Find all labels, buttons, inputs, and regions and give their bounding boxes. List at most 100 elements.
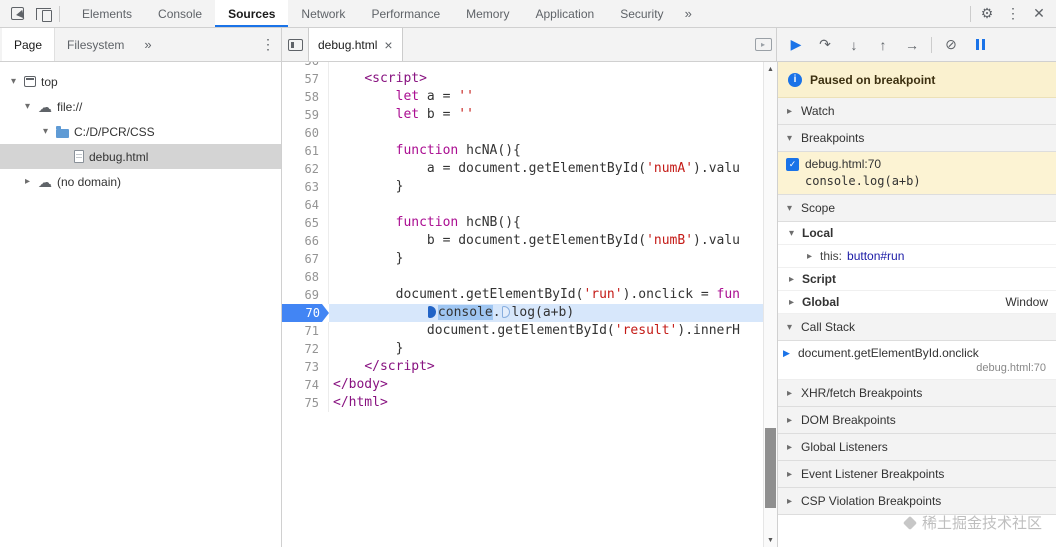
navigator-kebab-menu-icon[interactable]: ⋮ <box>255 32 281 58</box>
code-text[interactable]: document.getElementById('result').innerH <box>329 322 763 340</box>
scope-this-property[interactable]: ▸ this: button#run <box>778 245 1056 268</box>
tab-security[interactable]: Security <box>607 0 676 27</box>
breakpoint-checkbox[interactable]: ✓ <box>786 157 799 171</box>
line-number[interactable]: 60 <box>282 124 329 142</box>
section-event-listener-breakpoints[interactable]: ▸ Event Listener Breakpoints <box>778 461 1056 488</box>
section-global-listeners[interactable]: ▸ Global Listeners <box>778 434 1056 461</box>
step-button[interactable]: → <box>899 32 925 58</box>
call-stack-frame[interactable]: ▶ document.getElementById.onclick debug.… <box>778 341 1056 380</box>
settings-gear-icon[interactable]: ⚙ <box>974 1 1000 27</box>
code-text[interactable]: let b = '' <box>329 106 763 124</box>
scope-local[interactable]: ▾ Local <box>778 222 1056 245</box>
chevron-right-icon[interactable]: ▸ <box>22 176 33 187</box>
more-navigator-tabs-button[interactable]: » <box>136 37 159 52</box>
toggle-navigator-icon[interactable] <box>282 32 308 58</box>
step-out-button[interactable]: ↑ <box>870 32 896 58</box>
tab-console[interactable]: Console <box>145 0 215 27</box>
code-text[interactable]: } <box>329 340 763 358</box>
code-text[interactable]: function hcNB(){ <box>329 214 763 232</box>
deactivate-breakpoints-button[interactable]: ⊘ <box>938 32 964 58</box>
code-text[interactable]: document.getElementById('run').onclick =… <box>329 286 763 304</box>
line-number[interactable]: 70 <box>282 304 329 322</box>
scrollbar-thumb[interactable] <box>765 428 776 508</box>
section-breakpoints[interactable]: ▾ Breakpoints <box>778 125 1056 152</box>
more-panels-button[interactable]: » <box>677 6 700 21</box>
tab-application[interactable]: Application <box>522 0 607 27</box>
line-number[interactable]: 68 <box>282 268 329 286</box>
line-number[interactable]: 59 <box>282 106 329 124</box>
line-number[interactable]: 61 <box>282 142 329 160</box>
resume-button[interactable]: ▶ <box>783 32 809 58</box>
line-number[interactable]: 56 <box>282 62 329 70</box>
scope-global[interactable]: ▸ Global Window <box>778 291 1056 314</box>
chevron-down-icon[interactable]: ▾ <box>8 76 19 87</box>
line-number[interactable]: 63 <box>282 178 329 196</box>
editor-scrollbar[interactable]: ▲ ▼ <box>763 62 777 547</box>
line-number[interactable]: 71 <box>282 322 329 340</box>
tree-item-no-domain[interactable]: ▸ ☁ (no domain) <box>0 169 281 194</box>
tab-elements[interactable]: Elements <box>69 0 145 27</box>
tab-sources[interactable]: Sources <box>215 0 289 27</box>
code-text[interactable]: } <box>329 178 763 196</box>
section-dom-breakpoints[interactable]: ▸ DOM Breakpoints <box>778 407 1056 434</box>
toggle-debugger-panel-icon[interactable]: ▸ <box>750 32 776 58</box>
step-into-button[interactable]: ↓ <box>841 32 867 58</box>
code-text[interactable] <box>329 268 763 286</box>
breakpoint-entry[interactable]: ✓ debug.html:70 console.log(a+b) <box>778 152 1056 195</box>
close-tab-icon[interactable]: × <box>384 37 392 53</box>
kebab-menu-icon[interactable]: ⋮ <box>1000 1 1026 27</box>
chevron-down-icon[interactable]: ▾ <box>40 126 51 137</box>
line-number[interactable]: 72 <box>282 340 329 358</box>
code-text[interactable] <box>329 196 763 214</box>
inline-breakpoint-marker-icon[interactable] <box>427 306 436 318</box>
tab-network[interactable]: Network <box>288 0 358 27</box>
chevron-down-icon[interactable]: ▾ <box>22 101 33 112</box>
tab-filesystem[interactable]: Filesystem <box>55 28 136 61</box>
close-icon[interactable]: ✕ <box>1026 1 1052 27</box>
code-text[interactable]: let a = '' <box>329 88 763 106</box>
line-number[interactable]: 74 <box>282 376 329 394</box>
file-tab-debug-html[interactable]: debug.html × <box>308 28 403 61</box>
section-call-stack[interactable]: ▾ Call Stack <box>778 314 1056 341</box>
line-number[interactable]: 69 <box>282 286 329 304</box>
line-number[interactable]: 62 <box>282 160 329 178</box>
line-number[interactable]: 67 <box>282 250 329 268</box>
scope-script[interactable]: ▸ Script <box>778 268 1056 291</box>
code-text[interactable]: <script> <box>329 70 763 88</box>
code-text[interactable]: a = document.getElementById('numA').valu <box>329 160 763 178</box>
tree-item-debug-html[interactable]: debug.html <box>0 144 281 169</box>
section-scope[interactable]: ▾ Scope <box>778 195 1056 222</box>
section-watch[interactable]: ▸ Watch <box>778 98 1056 125</box>
tab-page[interactable]: Page <box>2 28 56 61</box>
code-text[interactable]: function hcNA(){ <box>329 142 763 160</box>
tab-performance[interactable]: Performance <box>358 0 453 27</box>
tree-item-file[interactable]: ▾ ☁ file:// <box>0 94 281 119</box>
line-number[interactable]: 57 <box>282 70 329 88</box>
scroll-up-arrow-icon[interactable]: ▲ <box>764 62 777 76</box>
line-number[interactable]: 64 <box>282 196 329 214</box>
code-text[interactable] <box>329 124 763 142</box>
code-text[interactable]: </html> <box>329 394 763 412</box>
step-over-button[interactable]: ↷ <box>812 32 838 58</box>
pause-on-exceptions-button[interactable] <box>967 32 993 58</box>
code-text[interactable]: } <box>329 250 763 268</box>
code-text[interactable]: b = document.getElementById('numB').valu <box>329 232 763 250</box>
scroll-down-arrow-icon[interactable]: ▼ <box>764 533 777 547</box>
code-text[interactable]: </script> <box>329 358 763 376</box>
section-csp-violation-breakpoints[interactable]: ▸ CSP Violation Breakpoints <box>778 488 1056 515</box>
code-text[interactable]: </body> <box>329 376 763 394</box>
line-number[interactable]: 66 <box>282 232 329 250</box>
section-xhr-fetch-breakpoints[interactable]: ▸ XHR/fetch Breakpoints <box>778 380 1056 407</box>
code-text[interactable]: console. log(a+b) <box>329 304 763 322</box>
inspect-element-icon[interactable] <box>4 1 30 27</box>
inline-breakpoint-marker-icon[interactable] <box>501 306 510 318</box>
tree-item-c-d-pcr-css[interactable]: ▾ C:/D/PCR/CSS <box>0 119 281 144</box>
line-number[interactable]: 75 <box>282 394 329 412</box>
line-number[interactable]: 73 <box>282 358 329 376</box>
tree-item-top[interactable]: ▾ top <box>0 69 281 94</box>
device-toolbar-icon[interactable] <box>30 1 56 27</box>
code-text[interactable] <box>329 62 763 70</box>
line-number[interactable]: 58 <box>282 88 329 106</box>
line-number[interactable]: 65 <box>282 214 329 232</box>
tab-memory[interactable]: Memory <box>453 0 522 27</box>
